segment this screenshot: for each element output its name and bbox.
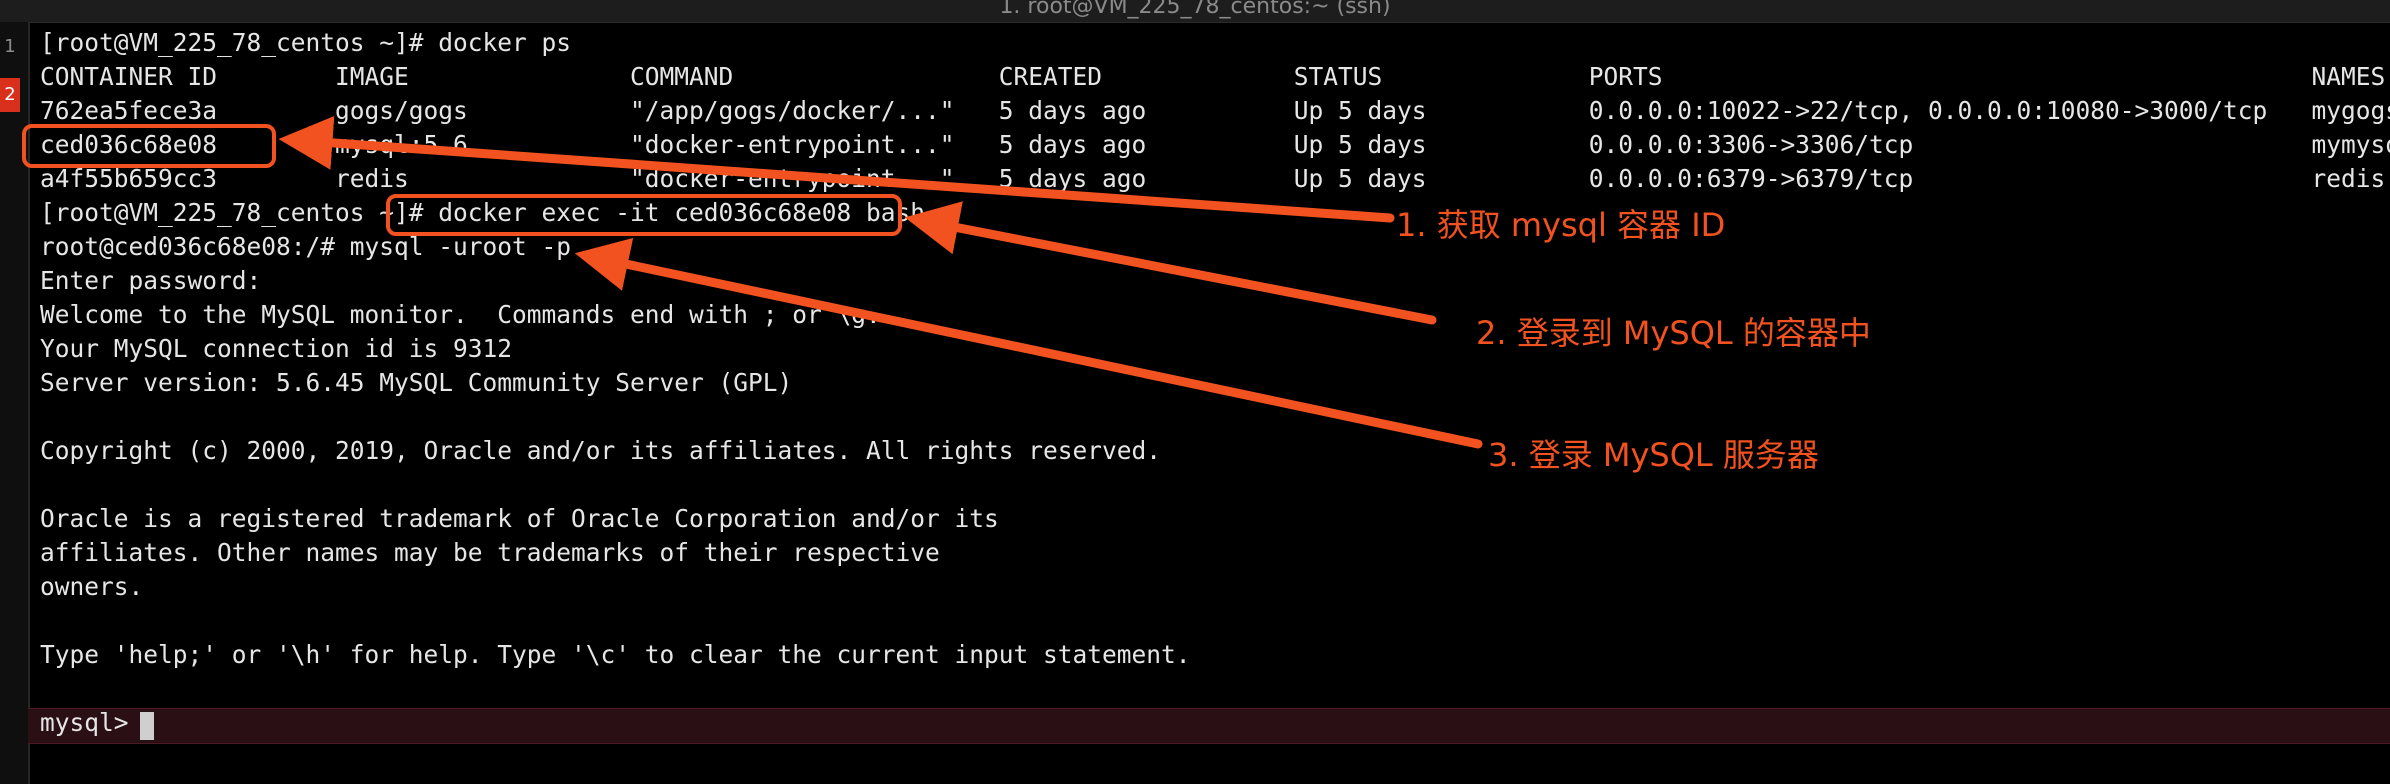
annotation-note-2: 2. 登录到 MySQL 的容器中 <box>1476 314 1871 352</box>
terminal-line: Server version: 5.6.45 MySQL Community S… <box>40 368 793 397</box>
terminal-line: [root@VM_225_78_centos ~]# docker ps <box>40 28 572 57</box>
window-titlebar: 1. root@VM_225_78_centos:~ (ssh) <box>0 0 2390 23</box>
terminal-line: [root@VM_225_78_centos ~]# docker exec -… <box>40 198 926 227</box>
tab-gutter: 1 2 <box>0 22 30 784</box>
terminal-line: owners. <box>40 572 144 601</box>
mysql-prompt[interactable]: mysql> <box>40 706 143 740</box>
gutter-marker-2[interactable]: 2 <box>0 78 20 112</box>
terminal-line: Oracle is a registered trademark of Orac… <box>40 504 999 533</box>
terminal-line: Type 'help;' or '\h' for help. Type '\c'… <box>40 640 1191 669</box>
terminal-line: ced036c68e08 mysql:5.6 "docker-entrypoin… <box>40 130 2390 159</box>
gutter-marker-1[interactable]: 1 <box>0 36 20 57</box>
terminal-line: Copyright (c) 2000, 2019, Oracle and/or … <box>40 436 1162 465</box>
terminal-line: Your MySQL connection id is 9312 <box>40 334 513 363</box>
terminal-line: affiliates. Other names may be trademark… <box>40 538 940 567</box>
terminal-line: a4f55b659cc3 redis "docker-entrypoint...… <box>40 164 2386 193</box>
terminal-line: 762ea5fece3a gogs/gogs "/app/gogs/docker… <box>40 96 2390 125</box>
text-cursor <box>140 712 154 740</box>
terminal-line: root@ced036c68e08:/# mysql -uroot -p <box>40 232 572 261</box>
annotation-note-3: 3. 登录 MySQL 服务器 <box>1488 436 1819 474</box>
window-title: 1. root@VM_225_78_centos:~ (ssh) <box>999 0 1391 19</box>
terminal-line: Enter password: <box>40 266 262 295</box>
terminal-line: Welcome to the MySQL monitor. Commands e… <box>40 300 881 329</box>
annotation-note-1: 1. 获取 mysql 容器 ID <box>1396 206 1726 244</box>
terminal-line: CONTAINER ID IMAGE COMMAND CREATED STATU… <box>40 62 2386 91</box>
terminal-output[interactable]: [root@VM_225_78_centos ~]# docker ps CON… <box>40 26 2390 766</box>
